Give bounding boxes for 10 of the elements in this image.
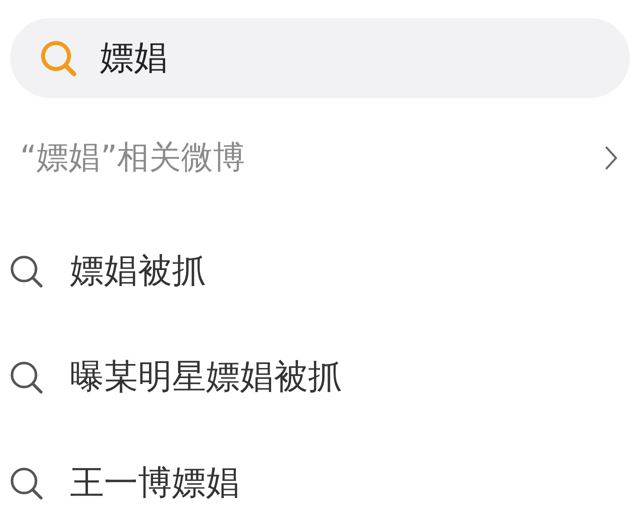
- search-suggestion[interactable]: 王一博嫖娼: [70, 460, 240, 506]
- search-icon: [38, 38, 78, 78]
- search-suggestion[interactable]: 曝某明星嫖娼被抓: [70, 354, 342, 400]
- search-icon: [8, 359, 44, 395]
- search-query: 嫖娼: [100, 37, 169, 80]
- search-suggestion[interactable]: 嫖娼被抓: [70, 248, 206, 294]
- search-icon: [8, 253, 44, 289]
- search-field[interactable]: 嫖娼: [10, 18, 630, 98]
- search-icon: [8, 465, 44, 501]
- chevron-right-icon[interactable]: [604, 145, 618, 171]
